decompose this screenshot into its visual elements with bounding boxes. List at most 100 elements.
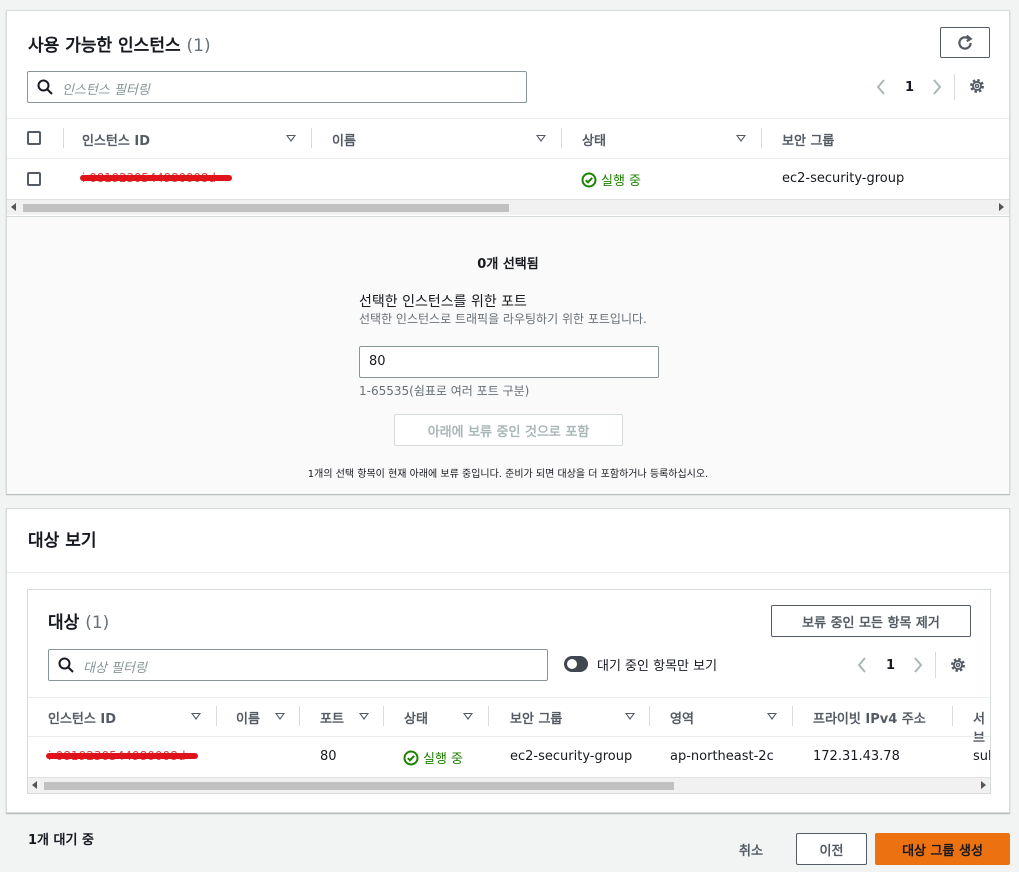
scroll-left-arrow[interactable]	[11, 203, 16, 211]
previous-button[interactable]: 이전	[796, 833, 867, 865]
port-description: 선택한 인스턴스로 트래픽을 라우팅하기 위한 포트입니다.	[359, 312, 647, 326]
scroll-thumb[interactable]	[44, 782, 674, 790]
column-separator	[761, 128, 762, 148]
horizontal-scrollbar[interactable]	[28, 777, 990, 793]
column-separator	[792, 706, 793, 726]
select-all-checkbox[interactable]	[27, 131, 41, 145]
header-bottom-border	[28, 736, 990, 737]
column-separator	[299, 706, 300, 726]
sort-icon[interactable]	[736, 135, 746, 142]
column-header-port[interactable]: 포트	[320, 708, 344, 727]
review-targets-title: 대상 보기	[28, 531, 97, 551]
sort-icon[interactable]	[463, 713, 473, 720]
security-group: ec2-security-group	[782, 171, 905, 186]
target-subnet: sub	[973, 749, 990, 764]
port-input[interactable]: 80	[359, 346, 659, 378]
column-header-security-group[interactable]: 보안 그룹	[510, 708, 562, 727]
available-instances-panel: 사용 가능한 인스턴스 (1) 인스턴스 필터링 1 인스턴스 ID 이름 상태…	[6, 10, 1010, 494]
header-bottom-border	[7, 158, 1009, 159]
target-zone: ap-northeast-2c	[670, 749, 774, 764]
available-instances-title: 사용 가능한 인스턴스 (1)	[28, 36, 211, 56]
pending-only-label: 대기 중인 항목만 보기	[597, 659, 718, 674]
column-header-instance-id[interactable]: 인스턴스 ID	[48, 708, 116, 727]
column-header-subnet[interactable]: 서브	[973, 708, 990, 746]
sort-icon[interactable]	[767, 713, 777, 720]
column-header-state[interactable]: 상태	[404, 708, 428, 727]
column-separator	[561, 128, 562, 148]
column-separator	[63, 128, 64, 148]
port-hint: 1-65535(쉼표로 여러 포트 구분)	[359, 384, 530, 398]
cancel-link[interactable]: 취소	[739, 840, 763, 859]
scroll-thumb[interactable]	[23, 204, 509, 212]
column-separator	[649, 706, 650, 726]
redaction-stroke	[46, 753, 198, 759]
pending-note: 1개의 선택 항목이 현재 아래에 보류 중입니다. 준비가 되면 대상을 더 …	[307, 469, 709, 480]
column-separator	[311, 128, 312, 148]
column-separator	[383, 706, 384, 726]
pager-separator	[935, 652, 936, 678]
search-icon	[58, 657, 74, 673]
redaction-stroke	[80, 175, 232, 181]
sort-icon[interactable]	[191, 713, 201, 720]
status-success-icon	[403, 750, 419, 765]
column-header-name[interactable]: 이름	[236, 708, 260, 727]
column-header-name[interactable]: 이름	[332, 130, 356, 149]
row-checkbox[interactable]	[27, 172, 41, 186]
column-header-instance-id[interactable]: 인스턴스 ID	[82, 130, 150, 149]
instance-id-redacted: i-0819230544980008d	[46, 749, 198, 763]
target-search-input[interactable]: 대상 필터링	[48, 649, 548, 681]
column-header-security-group[interactable]: 보안 그룹	[782, 130, 834, 149]
column-separator	[216, 706, 217, 726]
prev-page-icon[interactable]	[856, 656, 868, 674]
port-label: 선택한 인스턴스를 위한 포트	[359, 294, 527, 310]
column-header-zone[interactable]: 영역	[670, 708, 694, 727]
column-separator	[488, 706, 489, 726]
instance-search-input[interactable]: 인스턴스 필터링	[27, 71, 527, 103]
state-running: 실행 중	[403, 748, 463, 767]
sort-icon[interactable]	[536, 135, 546, 142]
target-private-ip: 172.31.43.78	[813, 749, 900, 764]
search-icon	[37, 79, 53, 95]
sort-icon[interactable]	[625, 713, 635, 720]
scroll-right-arrow[interactable]	[981, 781, 986, 789]
settings-gear-icon[interactable]	[968, 77, 986, 95]
scroll-right-arrow[interactable]	[999, 203, 1004, 211]
table-top-border	[7, 118, 1009, 119]
next-page-icon[interactable]	[931, 78, 943, 96]
sort-icon[interactable]	[286, 135, 296, 142]
targets-container: 대상 (1) 보류 중인 모든 항목 제거 대상 필터링 대기 중인 항목만 보…	[27, 589, 991, 794]
page-number[interactable]: 1	[905, 80, 914, 95]
create-target-group-button[interactable]: 대상 그룹 생성	[875, 833, 1010, 865]
search-placeholder: 인스턴스 필터링	[62, 83, 150, 98]
selected-count: 0개 선택됨	[477, 257, 539, 272]
state-running: 실행 중	[581, 170, 641, 189]
column-header-private-ip[interactable]: 프라이빗 IPv4 주소	[813, 708, 926, 727]
page-number[interactable]: 1	[886, 658, 895, 673]
column-header-state[interactable]: 상태	[582, 130, 606, 149]
pending-only-toggle[interactable]	[564, 656, 588, 672]
scroll-left-arrow[interactable]	[32, 781, 37, 789]
remove-all-pending-button[interactable]: 보류 중인 모든 항목 제거	[771, 605, 971, 637]
next-page-icon[interactable]	[912, 656, 924, 674]
refresh-icon	[958, 34, 973, 50]
include-pending-button[interactable]: 아래에 보류 중인 것으로 포함	[394, 414, 623, 446]
review-targets-panel: 대상 보기 대상 (1) 보류 중인 모든 항목 제거 대상 필터링 대기 중인…	[6, 508, 1010, 813]
prev-page-icon[interactable]	[875, 78, 887, 96]
sort-icon[interactable]	[359, 713, 369, 720]
sort-icon[interactable]	[275, 713, 285, 720]
targets-title: 대상 (1)	[48, 613, 110, 633]
pending-count: 1개 대기 중	[28, 833, 94, 848]
selection-area: 0개 선택됨 선택한 인스턴스를 위한 포트 선택한 인스턴스로 트래픽을 라우…	[7, 216, 1009, 494]
instance-id-redacted: i-0819230544980008d	[80, 171, 232, 185]
target-security-group: ec2-security-group	[510, 749, 633, 764]
table-top-border	[28, 697, 990, 698]
toggle-knob	[567, 659, 577, 669]
status-success-icon	[581, 172, 597, 187]
search-placeholder: 대상 필터링	[83, 661, 147, 676]
refresh-button[interactable]	[940, 27, 990, 58]
target-port: 80	[320, 749, 337, 764]
panel-divider	[7, 572, 1009, 573]
horizontal-scrollbar[interactable]	[7, 199, 1009, 215]
settings-gear-icon[interactable]	[949, 656, 967, 674]
column-separator	[952, 706, 953, 726]
